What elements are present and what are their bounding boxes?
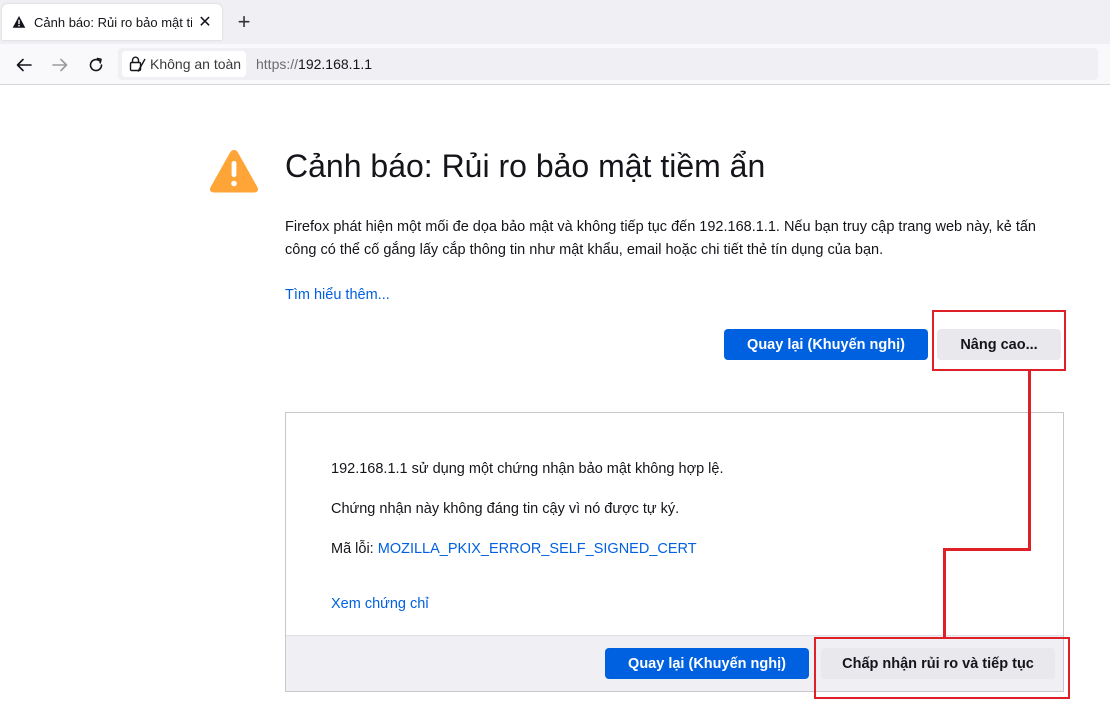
annotation-connector [943,548,946,639]
insecure-lock-icon [129,56,146,72]
page-title: Cảnh báo: Rủi ro bảo mật tiềm ẩn [285,148,766,184]
warning-icon [12,16,26,28]
navigation-toolbar: Không an toàn https://192.168.1.1 [0,44,1110,85]
invalid-cert-text: 192.168.1.1 sử dụng một chứng nhận bảo m… [331,461,724,477]
error-code-prefix: Mã lỗi: [331,541,378,557]
annotation-highlight-accept [814,637,1070,699]
forward-arrow-icon [52,58,68,72]
error-description: Firefox phát hiện một mối đe dọa bảo mật… [285,219,1036,258]
close-tab-icon[interactable]: ✕ [196,13,214,31]
url-bar[interactable]: Không an toàn https://192.168.1.1 [118,48,1098,80]
annotation-connector [1028,371,1031,551]
reload-button[interactable] [83,52,109,78]
error-code-line: Mã lỗi: MOZILLA_PKIX_ERROR_SELF_SIGNED_C… [331,541,697,557]
identity-label: Không an toàn [150,56,242,72]
back-arrow-icon [16,58,32,72]
go-back-button-secondary[interactable]: Quay lại (Khuyến nghị) [605,648,809,679]
learn-more-link[interactable]: Tìm hiểu thêm... [285,287,390,303]
error-code-link[interactable]: MOZILLA_PKIX_ERROR_SELF_SIGNED_CERT [378,541,697,557]
self-signed-text: Chứng nhận này không đáng tin cậy vì nó … [331,501,680,517]
site-identity-button[interactable]: Không an toàn [122,51,246,77]
new-tab-button[interactable]: + [232,9,256,34]
tab-active[interactable]: Cảnh báo: Rủi ro bảo mật tiềm ẩn ✕ [2,4,222,40]
url-text[interactable]: https://192.168.1.1 [256,56,372,72]
back-button[interactable] [11,52,37,78]
tab-title: Cảnh báo: Rủi ro bảo mật tiềm ẩn [34,14,192,30]
reload-icon [89,57,103,72]
annotation-highlight-advanced [932,310,1066,371]
tab-strip: Cảnh báo: Rủi ro bảo mật tiềm ẩn ✕ + [0,0,1110,44]
forward-button[interactable] [47,52,73,78]
go-back-button[interactable]: Quay lại (Khuyến nghị) [724,329,928,360]
url-host: 192.168.1.1 [298,56,372,72]
view-certificate-link[interactable]: Xem chứng chỉ [331,596,429,612]
warning-triangle-icon [209,150,259,193]
annotation-connector [943,548,1031,551]
url-scheme: https:// [256,56,299,72]
